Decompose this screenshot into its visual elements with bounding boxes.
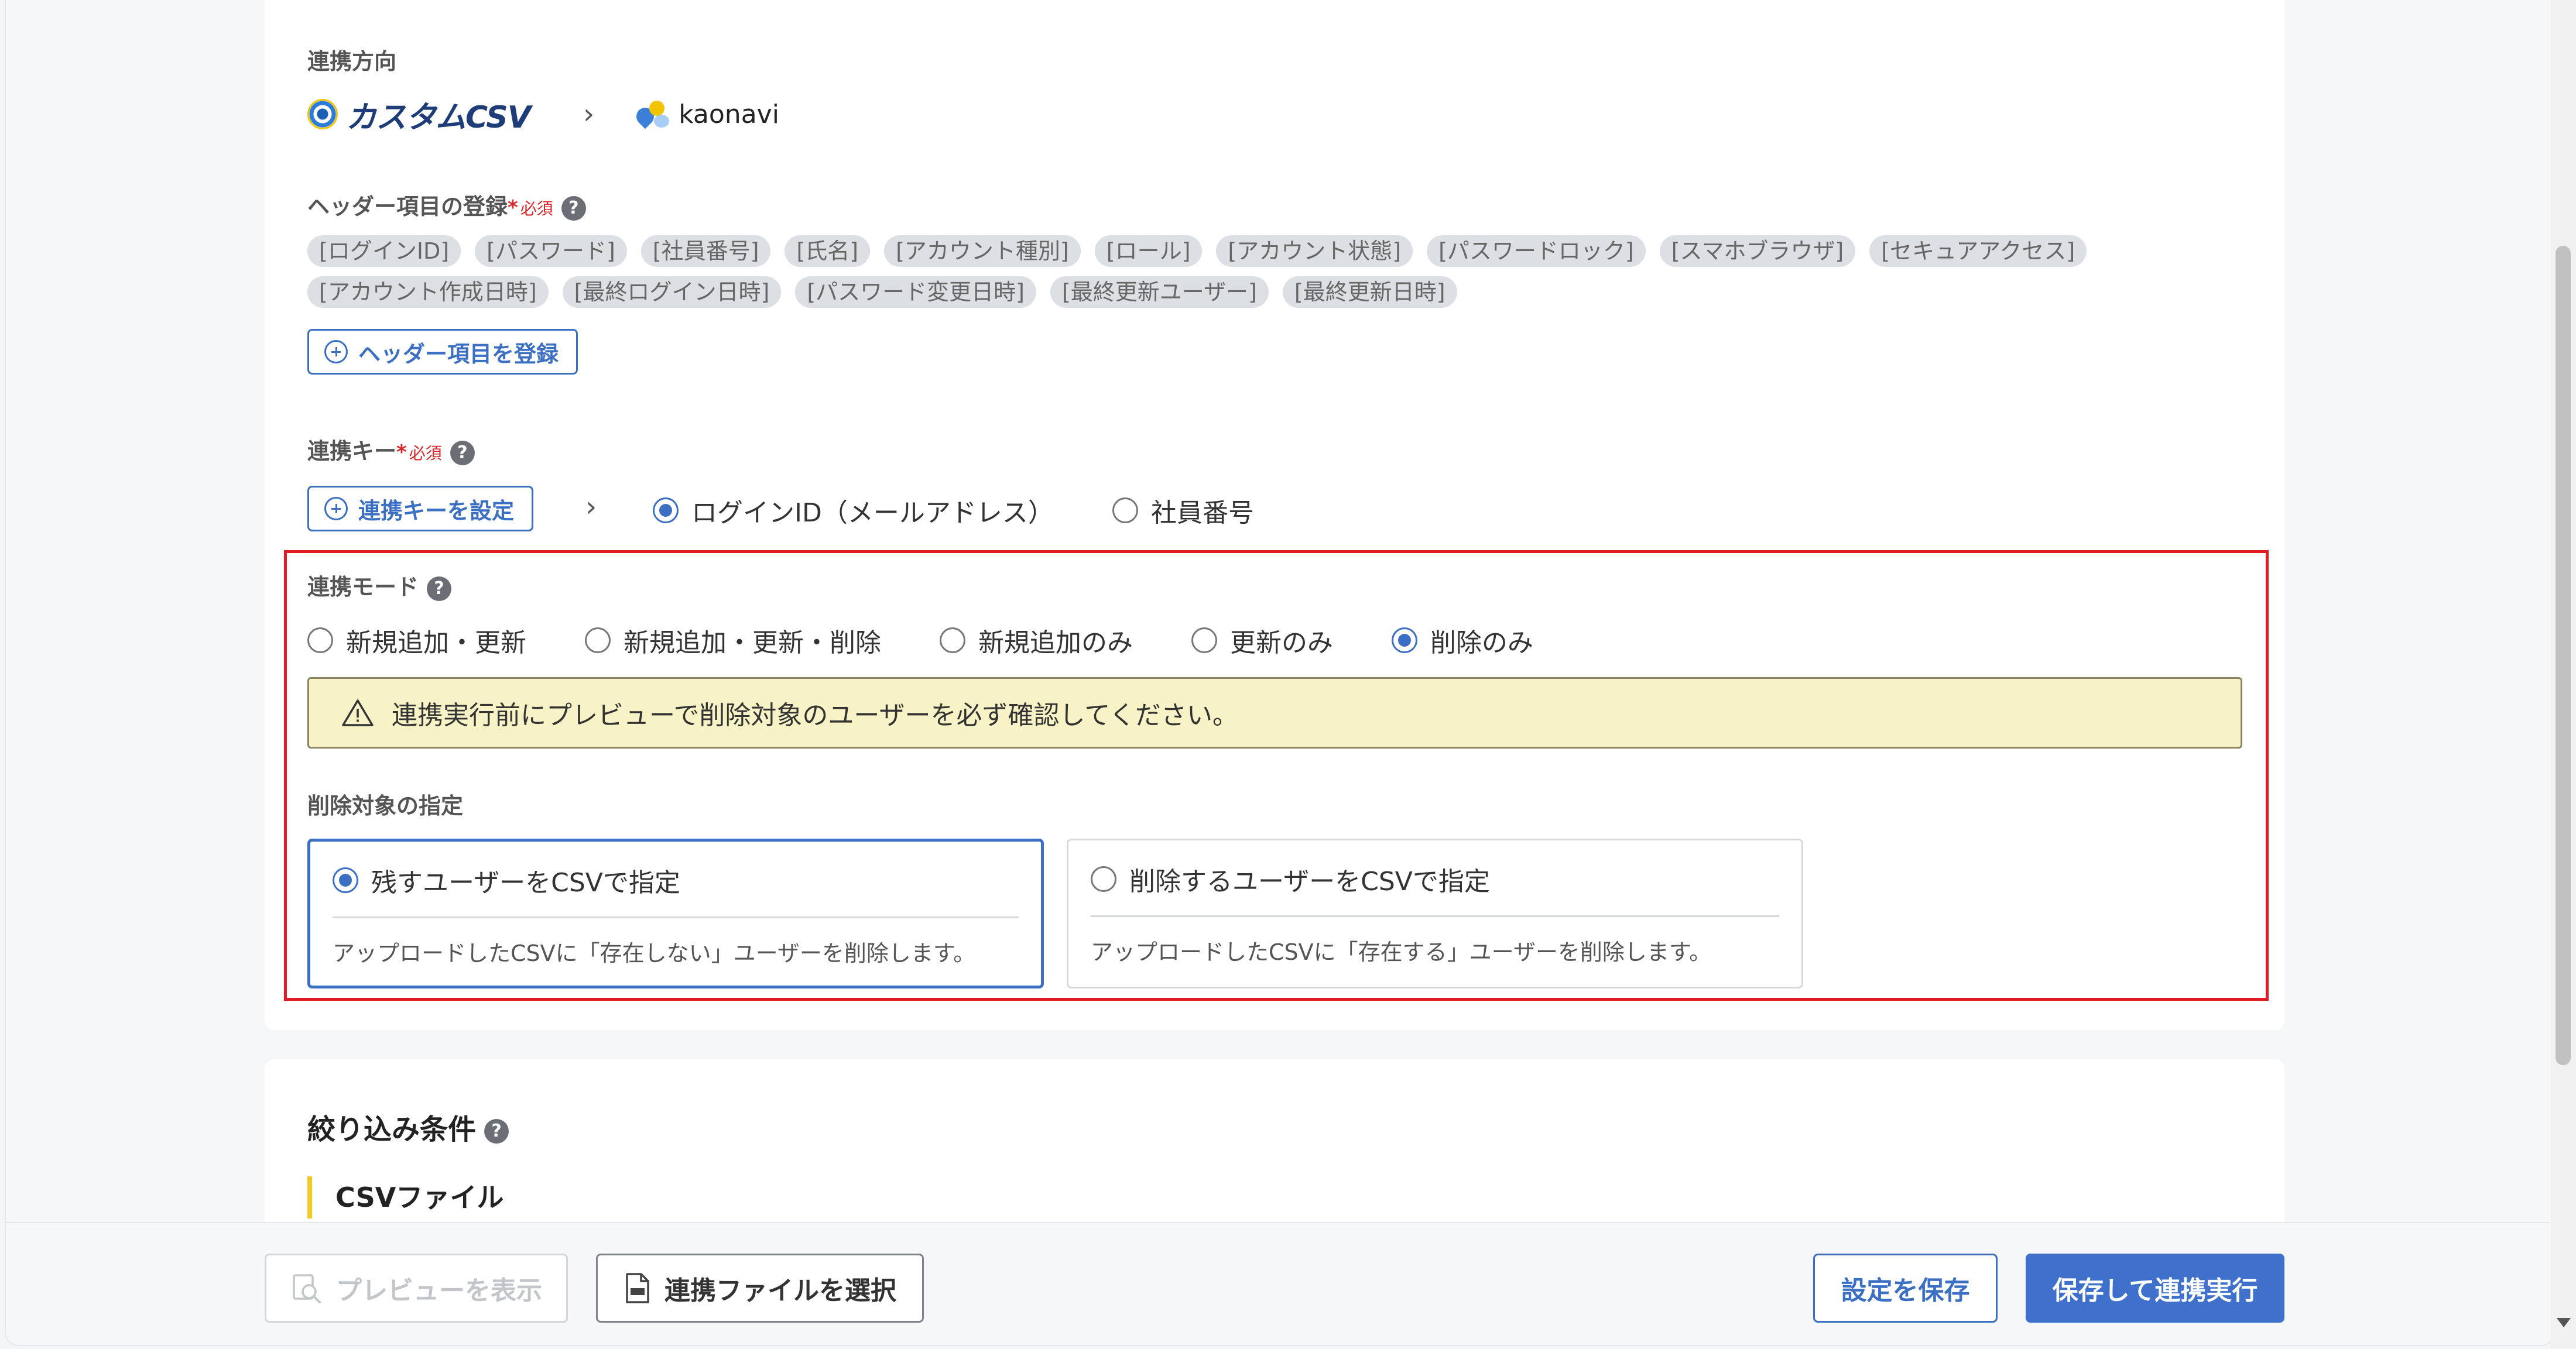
mode-option-add-update-delete[interactable]: 新規追加・更新・削除 (585, 622, 881, 659)
header-chip: [アカウント状態] (1216, 235, 1413, 267)
direction-label: 連携方向 (307, 49, 397, 74)
register-header-button[interactable]: ヘッダー項目を登録 (307, 329, 578, 375)
delete-target-option-delete[interactable]: 削除するユーザーをCSVで指定 アップロードしたCSVに「存在する」ユーザーを削… (1067, 839, 1803, 988)
keep-users-radio[interactable]: 残すユーザーをCSVで指定 (333, 861, 680, 899)
custom-csv-logo: カスタムCSV (307, 92, 531, 136)
save-settings-button[interactable]: 設定を保存 (1813, 1254, 1998, 1323)
header-chip: [ロール] (1094, 235, 1203, 267)
help-icon[interactable]: ? (450, 440, 475, 465)
radio-empty-icon (1191, 627, 1217, 653)
delete-users-description: アップロードしたCSVに「存在する」ユーザーを削除します。 (1091, 939, 1712, 965)
preview-button[interactable]: プレビューを表示 (265, 1254, 568, 1323)
radio-empty-icon (940, 627, 965, 653)
mode-option-add-update[interactable]: 新規追加・更新 (307, 622, 526, 659)
delete-users-radio[interactable]: 削除するユーザーをCSVで指定 (1091, 860, 1490, 898)
header-chip: [セキュアアクセス] (1869, 235, 2087, 267)
header-chip: [最終ログイン日時] (562, 276, 782, 308)
csv-logo-icon (307, 99, 338, 129)
radio-empty-icon (1112, 497, 1138, 523)
radio-empty-icon (307, 627, 333, 653)
kaonavi-logo: kaonavi (633, 98, 779, 130)
radio-selected-icon (1392, 627, 1417, 653)
select-file-button[interactable]: 連携ファイルを選択 (596, 1254, 924, 1323)
radio-empty-icon (585, 627, 611, 653)
header-chip-list: [ログインID] [パスワード] [社員番号] [氏名] [アカウント種別] [ロール] [… (307, 235, 2122, 308)
set-link-key-button[interactable]: 連携キーを設定 (307, 486, 534, 531)
mode-option-update-only[interactable]: 更新のみ (1191, 622, 1333, 659)
header-chip: [アカウント種別] (884, 235, 1081, 267)
chevron-right-icon: › (583, 98, 595, 131)
delete-target-option-keep[interactable]: 残すユーザーをCSVで指定 アップロードしたCSVに「存在しない」ユーザーを削除… (307, 839, 1044, 988)
header-chip: [氏名] (785, 235, 871, 267)
link-key-option-employee-number[interactable]: 社員番号 (1112, 492, 1254, 529)
mode-option-delete-only[interactable]: 削除のみ (1392, 622, 1533, 659)
filter-card (265, 1059, 2284, 1235)
link-mode-options: 新規追加・更新 新規追加・更新・削除 新規追加のみ 更新のみ 削除のみ (307, 622, 1533, 659)
header-chip: [パスワード] (475, 235, 627, 267)
filter-section-title: 絞り込み条件? (307, 1106, 509, 1147)
header-chip: [アカウント作成日時] (307, 276, 549, 308)
radio-selected-icon (333, 867, 358, 893)
scroll-down-arrow-icon[interactable] (2557, 1318, 2571, 1327)
header-chip: [パスワードロック] (1427, 235, 1646, 267)
header-chip: [パスワード変更日時] (795, 276, 1036, 308)
header-chip: [スマホブラウザ] (1659, 235, 1856, 267)
scrollbar-thumb[interactable] (2556, 246, 2571, 1065)
warning-text: 連携実行前にプレビューで削除対象のユーザーを必ず確認してください。 (392, 701, 1238, 730)
chevron-right-icon: › (585, 490, 597, 523)
radio-selected-icon (653, 497, 679, 523)
help-icon[interactable]: ? (484, 1119, 509, 1144)
help-icon[interactable]: ? (561, 195, 586, 221)
kaonavi-mark-icon (633, 98, 672, 130)
plus-circle-icon (324, 340, 348, 363)
link-key-option-login-id[interactable]: ログインID（メールアドレス） (653, 492, 1054, 529)
link-key-label: 連携キー* 必須? (307, 433, 475, 465)
required-text: 必須 (409, 444, 442, 463)
direction-row: カスタムCSV › kaonavi (307, 91, 779, 138)
scrollbar[interactable] (2551, 0, 2576, 1349)
header-items-label: ヘッダー項目の登録* 必須? (307, 188, 586, 221)
header-chip: [社員番号] (640, 235, 771, 267)
header-chip: [最終更新ユーザー] (1050, 276, 1269, 308)
header-chip: [最終更新日時] (1282, 276, 1457, 308)
save-and-run-button[interactable]: 保存して連携実行 (2026, 1254, 2284, 1323)
mode-option-add-only[interactable]: 新規追加のみ (940, 622, 1133, 659)
keep-users-description: アップロードしたCSVに「存在しない」ユーザーを削除します。 (333, 940, 976, 966)
radio-empty-icon (1091, 866, 1116, 892)
link-mode-label: 連携モード? (307, 569, 452, 601)
preview-search-icon (290, 1272, 323, 1305)
help-icon[interactable]: ? (427, 576, 452, 601)
required-text: 必須 (520, 199, 553, 218)
plus-circle-icon (324, 497, 348, 520)
delete-target-label: 削除対象の指定 (307, 793, 464, 819)
divider (1091, 915, 1779, 917)
header-chip: [ログインID] (307, 235, 461, 267)
csv-file-subtitle: CSVファイル (307, 1176, 503, 1218)
csv-file-icon (624, 1272, 652, 1305)
warning-banner: 連携実行前にプレビューで削除対象のユーザーを必ず確認してください。 (307, 677, 2242, 749)
warning-triangle-icon (341, 698, 374, 727)
required-mark: * (508, 196, 518, 219)
divider (333, 917, 1019, 918)
required-mark: * (396, 441, 407, 464)
